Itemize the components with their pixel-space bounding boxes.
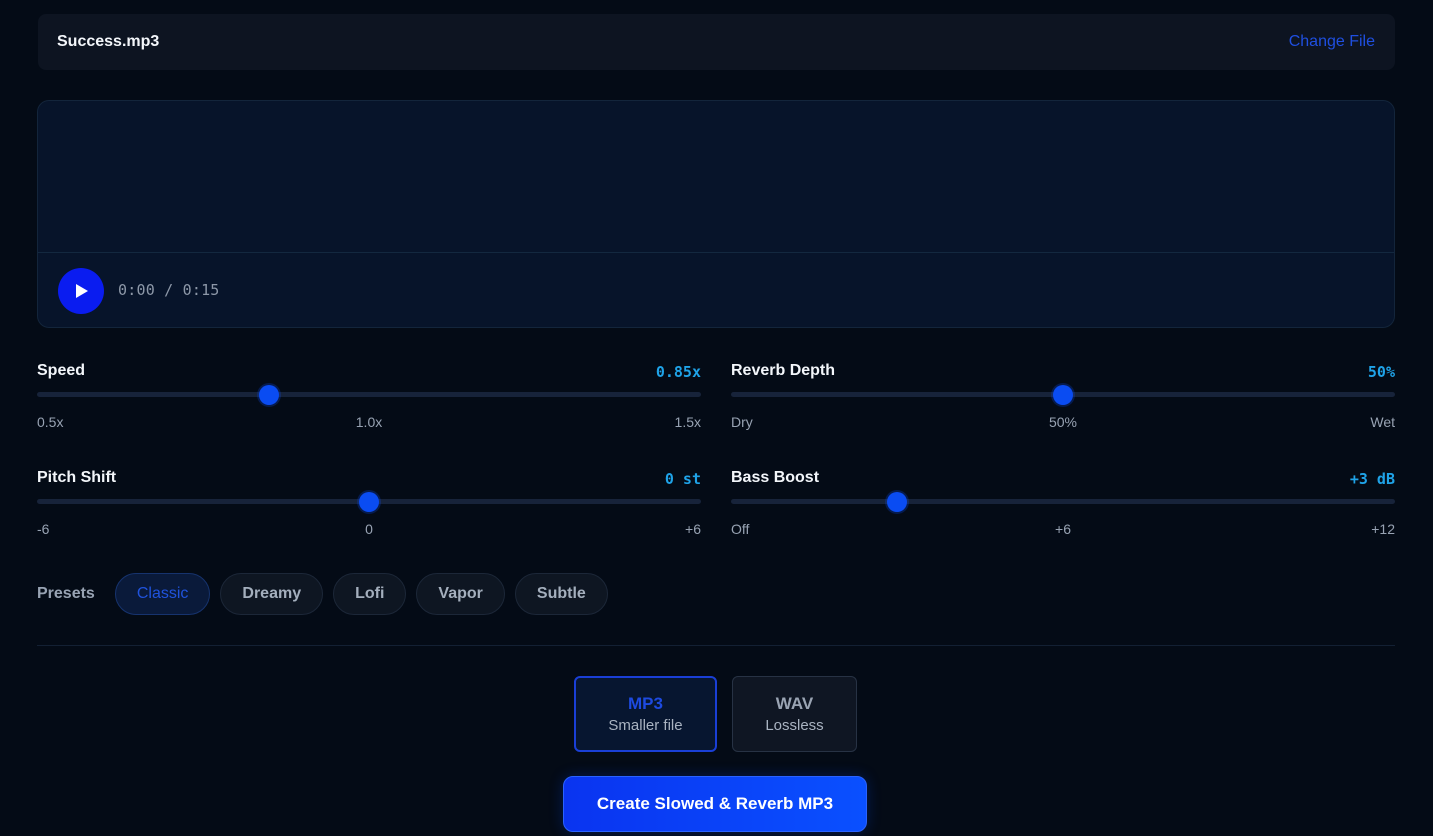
file-bar: Success.mp3 Change File xyxy=(38,14,1395,70)
reverb-control: Reverb Depth 50% Dry 50% Wet xyxy=(731,362,1395,432)
pitch-control: Pitch Shift 0 st -6 0 +6 xyxy=(37,469,701,539)
audio-player: 0:00 / 0:15 xyxy=(37,100,1395,328)
app-root: Success.mp3 Change File 0:00 / 0:15 Spee… xyxy=(0,0,1433,836)
speed-tick-mid: 1.0x xyxy=(355,414,383,430)
reverb-label: Reverb Depth xyxy=(731,362,836,379)
create-button[interactable]: Create Slowed & Reverb MP3 xyxy=(563,776,867,832)
speed-control: Speed 0.85x 0.5x 1.0x 1.5x xyxy=(37,362,701,432)
presets-row: Presets Classic Dreamy Lofi Vapor Subtle xyxy=(37,573,618,615)
speed-tick-max: 1.5x xyxy=(674,414,701,430)
preset-vapor[interactable]: Vapor xyxy=(416,573,505,615)
pitch-ticks: -6 0 +6 xyxy=(37,521,701,539)
reverb-ticks: Dry 50% Wet xyxy=(731,414,1395,432)
waveform-area[interactable] xyxy=(38,101,1394,252)
reverb-tick-mid: 50% xyxy=(1048,414,1078,430)
format-mp3-title: MP3 xyxy=(628,694,663,713)
format-mp3-option[interactable]: MP3 Smaller file xyxy=(574,676,717,752)
format-wav-title: WAV xyxy=(775,694,814,713)
bass-tick-max: +12 xyxy=(1371,521,1395,537)
player-divider xyxy=(38,252,1394,253)
section-divider xyxy=(37,645,1395,646)
pitch-tick-mid: 0 xyxy=(365,521,373,537)
bass-value: +3 dB xyxy=(1349,470,1395,488)
preset-dreamy[interactable]: Dreamy xyxy=(220,573,324,615)
speed-slider-track[interactable] xyxy=(37,392,701,397)
format-wav-subtitle: Lossless xyxy=(765,717,824,734)
pitch-label: Pitch Shift xyxy=(37,469,117,486)
reverb-value: 50% xyxy=(1367,363,1395,381)
pitch-slider-thumb[interactable] xyxy=(359,492,379,512)
format-mp3-subtitle: Smaller file xyxy=(608,717,683,734)
speed-slider-thumb[interactable] xyxy=(259,385,280,405)
change-file-link[interactable]: Change File xyxy=(1289,33,1375,51)
format-wav-option[interactable]: WAV Lossless xyxy=(732,676,857,752)
play-button[interactable] xyxy=(58,268,104,314)
reverb-tick-max: Wet xyxy=(1370,414,1395,430)
speed-value: 0.85x xyxy=(655,363,701,381)
pitch-value: 0 st xyxy=(664,470,701,488)
reverb-slider-thumb[interactable] xyxy=(1053,385,1073,405)
bass-slider-track[interactable] xyxy=(731,499,1395,504)
pitch-tick-min: -6 xyxy=(37,521,50,537)
bass-tick-mid: +6 xyxy=(1055,521,1071,537)
pitch-tick-max: +6 xyxy=(685,521,701,537)
file-name: Success.mp3 xyxy=(57,33,160,50)
bass-tick-min: Off xyxy=(731,521,750,537)
bass-slider-thumb[interactable] xyxy=(887,492,907,512)
presets-label: Presets xyxy=(37,585,95,602)
preset-lofi[interactable]: Lofi xyxy=(333,573,407,615)
preset-subtle[interactable]: Subtle xyxy=(514,573,608,615)
speed-label: Speed xyxy=(37,362,86,379)
bass-control: Bass Boost +3 dB Off +6 +12 xyxy=(731,469,1395,539)
preset-classic[interactable]: Classic xyxy=(114,573,211,615)
speed-tick-min: 0.5x xyxy=(37,414,64,430)
time-readout: 0:00 / 0:15 xyxy=(118,281,220,299)
play-icon xyxy=(76,284,88,298)
bass-label: Bass Boost xyxy=(731,469,820,486)
bass-ticks: Off +6 +12 xyxy=(731,521,1395,539)
reverb-tick-min: Dry xyxy=(731,414,753,430)
speed-ticks: 0.5x 1.0x 1.5x xyxy=(37,414,701,432)
